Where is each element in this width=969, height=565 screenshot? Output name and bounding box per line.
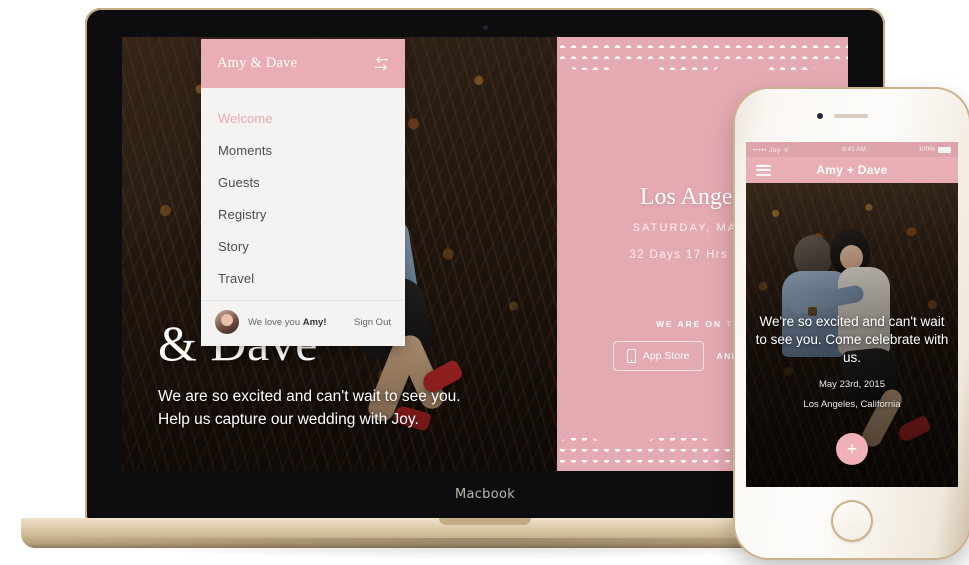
app-store-label: App Store [642,350,690,362]
nav-item-guests[interactable]: Guests [201,166,405,198]
status-bar: ••••• Joy ᯤ 9:41 AM 100% [746,142,958,157]
app-headline: We're so excited and can't wait to see y… [755,314,949,366]
iphone-body: ••••• Joy ᯤ 9:41 AM 100% Amy + Dave We'r… [735,89,969,558]
app-nav-title: Amy + Dave [816,163,888,177]
iphone-device: ••••• Joy ᯤ 9:41 AM 100% Amy + Dave We'r… [735,89,969,558]
iphone-home-button[interactable] [831,500,873,542]
sign-out-button[interactable]: Sign Out [354,317,391,328]
nav-item-guests-label: Guests [218,174,260,190]
hero-line-1: We are so excited and can't wait to see … [158,388,461,406]
iphone-screen: ••••• Joy ᯤ 9:41 AM 100% Amy + Dave We'r… [746,142,958,487]
nav-item-moments[interactable]: Moments [201,134,405,166]
nav-item-story-label: Story [218,238,249,254]
nav-item-moments-label: Moments [218,142,273,158]
nav-item-registry-label: Registry [218,206,267,222]
battery-icon [938,146,951,153]
drawer-nav: Welcome Moments Guests Registry Story Tr… [201,88,405,300]
app-store-button[interactable]: App Store [612,341,704,371]
store-availability-prefix: WE ARE ON [656,319,727,329]
nav-item-registry[interactable]: Registry [201,198,405,230]
app-date: May 23rd, 2015 [818,379,885,391]
navigation-drawer: Amy & Dave Welcome Moments Guests Regist… [201,39,405,346]
status-battery: 100% [918,146,951,153]
avatar[interactable] [215,310,239,334]
app-nav-bar: Amy + Dave [746,157,958,183]
drawer-footer: We love you Amy! Sign Out [201,300,405,346]
macbook-webcam-icon [482,25,488,30]
app-copy: We're so excited and can't wait to see y… [755,313,949,410]
nav-item-welcome-label: Welcome [218,110,273,126]
macbook-base-notch [439,518,531,525]
nav-item-story[interactable]: Story [201,230,405,262]
hero-line-2: Help us capture our wedding with Joy. [158,410,419,428]
drawer-greeting-prefix: We love you [248,316,303,328]
iphone-front-camera-icon [817,113,823,119]
hamburger-menu-icon[interactable] [756,162,771,178]
add-icon[interactable]: + [836,433,868,465]
nav-item-travel[interactable]: Travel [201,262,405,294]
status-battery-percent: 100% [918,146,935,153]
app-content: We're so excited and can't wait to see y… [746,183,958,487]
status-time: 9:41 AM [842,146,866,153]
fab-label: + [846,439,858,459]
app-location: Los Angeles, California [803,399,901,411]
nav-item-welcome[interactable]: Welcome [201,102,405,134]
drawer-user-name: Amy! [302,316,327,328]
iphone-earpiece-icon [834,114,868,118]
drawer-greeting: We love you Amy! [248,317,354,328]
status-carrier: ••••• Joy ᯤ [753,147,790,154]
phone-icon [626,349,636,363]
screenshot-stage: & Dave We are so excited and can't wait … [0,0,969,565]
toggle-arrows-icon[interactable] [372,54,391,73]
drawer-brand: Amy & Dave [217,55,298,71]
nav-item-travel-label: Travel [218,270,255,286]
drawer-header: Amy & Dave [201,39,405,88]
